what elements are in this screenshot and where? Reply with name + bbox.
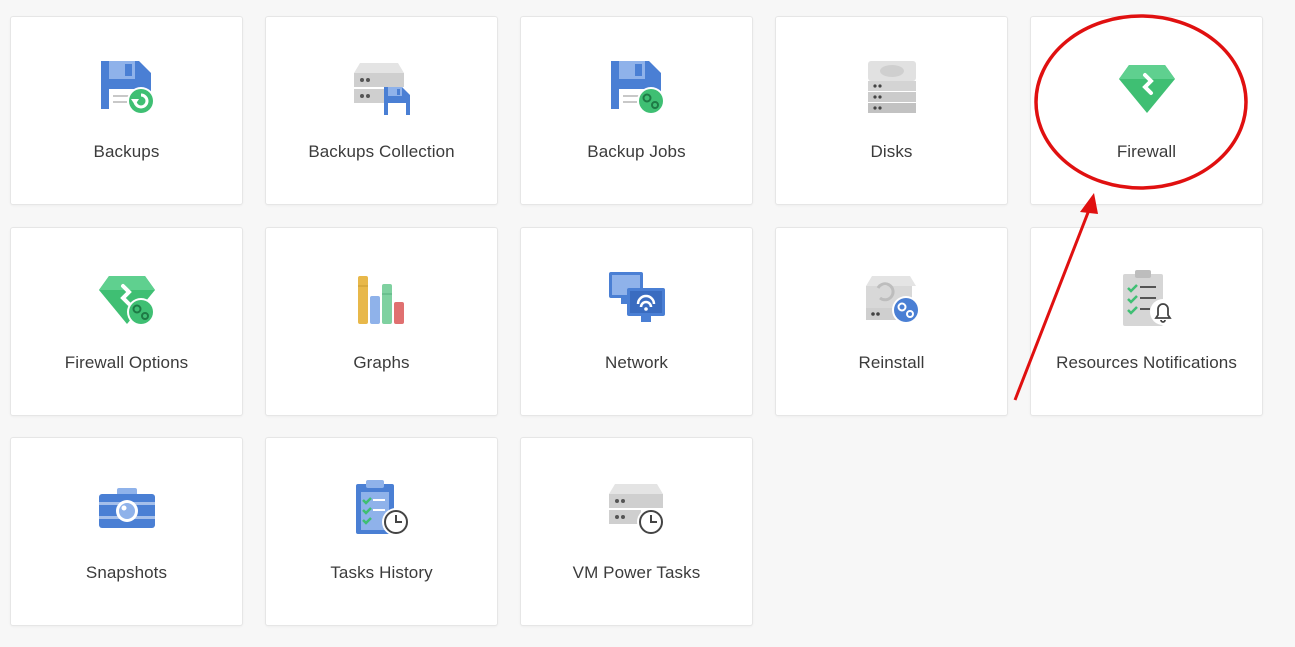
tile-label: Disks — [870, 142, 913, 161]
tile-label: Firewall Options — [64, 353, 189, 372]
backups-collection-icon — [350, 55, 414, 119]
tile-backups-collection[interactable]: Backups Collection — [265, 16, 498, 205]
tile-label: Snapshots — [85, 563, 168, 582]
tile-graphs[interactable]: Graphs — [265, 227, 498, 416]
graphs-icon — [350, 266, 414, 330]
tile-label: VM Power Tasks — [572, 563, 701, 582]
network-icon — [605, 266, 669, 330]
resources-notifications-icon — [1115, 266, 1179, 330]
tile-vm-power-tasks[interactable]: VM Power Tasks — [520, 437, 753, 626]
vm-power-tasks-icon — [605, 476, 669, 540]
tile-reinstall[interactable]: Reinstall — [775, 227, 1008, 416]
tile-label: Graphs — [353, 353, 410, 372]
tile-tasks-history[interactable]: Tasks History — [265, 437, 498, 626]
tile-label: Firewall — [1116, 142, 1177, 161]
tile-backup-jobs[interactable]: Backup Jobs — [520, 16, 753, 205]
module-grid: Backups Backups Collection Backup Jobs D… — [0, 0, 1295, 647]
tile-firewall[interactable]: Firewall — [1030, 16, 1263, 205]
backups-icon — [95, 55, 159, 119]
firewall-icon — [1115, 55, 1179, 119]
backup-jobs-icon — [605, 55, 669, 119]
snapshots-icon — [95, 476, 159, 540]
tile-snapshots[interactable]: Snapshots — [10, 437, 243, 626]
tile-label: Tasks History — [330, 563, 433, 582]
tile-disks[interactable]: Disks — [775, 16, 1008, 205]
tile-network[interactable]: Network — [520, 227, 753, 416]
tasks-history-icon — [350, 476, 414, 540]
reinstall-icon — [860, 266, 924, 330]
firewall-options-icon — [95, 266, 159, 330]
tile-backups[interactable]: Backups — [10, 16, 243, 205]
disks-icon — [860, 55, 924, 119]
tile-label: Backups Collection — [308, 142, 455, 161]
tile-label: Reinstall — [858, 353, 925, 372]
tile-label: Backups — [93, 142, 160, 161]
tile-resources-notifications[interactable]: Resources Notifications — [1030, 227, 1263, 416]
tile-label: Backup Jobs — [587, 142, 686, 161]
tile-label: Network — [604, 353, 669, 372]
tile-firewall-options[interactable]: Firewall Options — [10, 227, 243, 416]
tile-label: Resources Notifications — [1056, 353, 1237, 372]
